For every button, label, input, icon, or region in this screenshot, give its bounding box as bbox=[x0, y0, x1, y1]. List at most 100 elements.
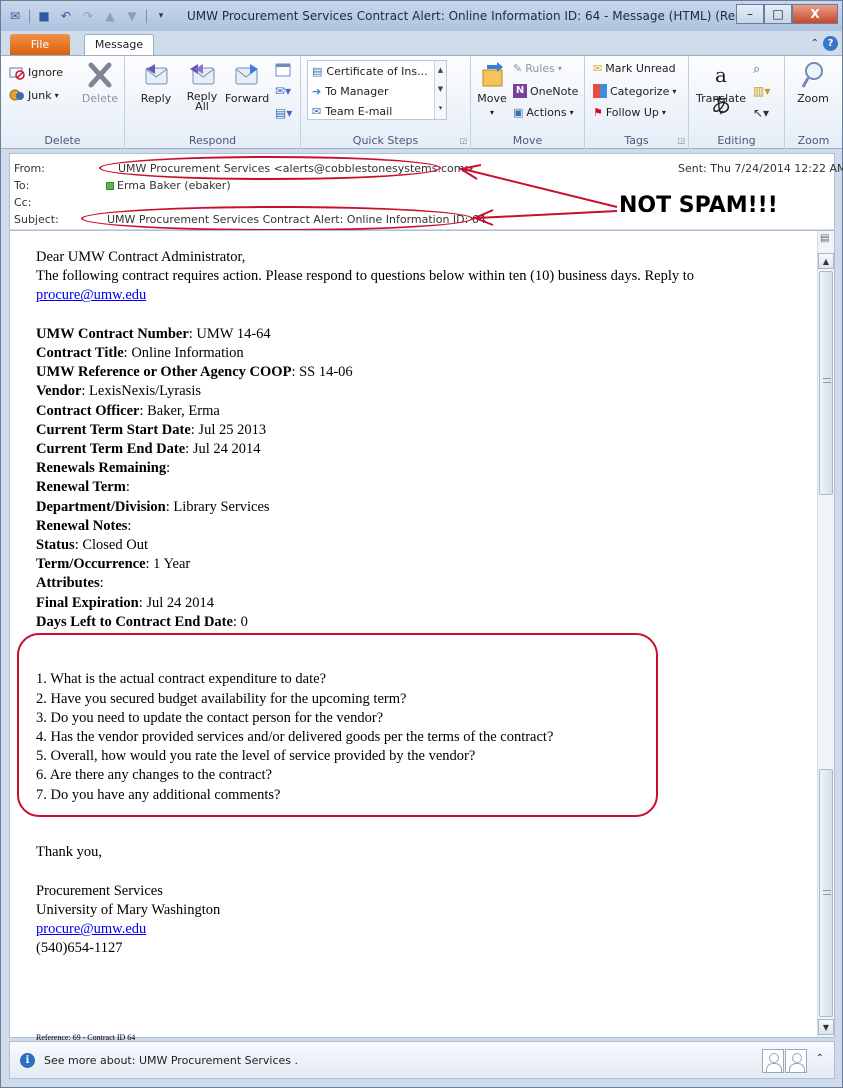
mark-unread-label: Mark Unread bbox=[605, 62, 676, 75]
field-label: UMW Reference or Other Agency COOP bbox=[36, 364, 292, 381]
field-value: : Jul 25 2013 bbox=[190, 421, 267, 438]
delete-button[interactable]: Delete bbox=[79, 60, 121, 105]
undo-icon[interactable]: ↶ bbox=[58, 8, 74, 24]
tab-file[interactable]: File bbox=[10, 34, 70, 55]
previous-item-icon[interactable]: ▲ bbox=[102, 8, 118, 24]
quick-step-certificate[interactable]: ▤ Certificate of Ins... bbox=[308, 61, 446, 81]
signature-line: University of Mary Washington bbox=[36, 901, 221, 918]
scroll-down-icon[interactable]: ▼ bbox=[435, 80, 446, 99]
maximize-button[interactable]: □ bbox=[764, 4, 792, 24]
not-spam-annotation: NOT SPAM!!! bbox=[619, 193, 778, 218]
mark-unread-button[interactable]: ✉ Mark Unread bbox=[593, 62, 676, 75]
ignore-button[interactable]: Ignore bbox=[9, 64, 63, 80]
quick-step-team-email[interactable]: ✉ Team E-mail bbox=[308, 101, 446, 121]
onenote-button[interactable]: N OneNote bbox=[513, 84, 578, 98]
minimize-ribbon-icon[interactable]: ⌃ bbox=[811, 38, 819, 49]
rules-icon: ✎ bbox=[513, 62, 523, 75]
people-pane-text[interactable]: See more about: UMW Procurement Services… bbox=[44, 1054, 298, 1067]
im-reply-icon[interactable]: ✉▾ bbox=[275, 84, 291, 98]
field-value: : bbox=[99, 575, 104, 592]
avatar[interactable] bbox=[785, 1049, 807, 1073]
group-label-editing: Editing bbox=[717, 134, 756, 147]
reply-email-link[interactable]: procure@umw.edu bbox=[36, 287, 146, 303]
field-value: : Jul 24 2014 bbox=[138, 594, 215, 611]
forward-to-manager-icon: ➔ bbox=[312, 84, 322, 98]
onenote-icon: N bbox=[513, 84, 527, 98]
sent-field: Sent: Thu 7/24/2014 12:22 AM bbox=[678, 162, 843, 175]
ribbon-group-editing: aあ Translate ▾ ⌕ ▥▾ ↖▾ Editing bbox=[689, 56, 785, 149]
field-value: : bbox=[166, 460, 171, 477]
quick-step-to-manager[interactable]: ➔ To Manager bbox=[308, 81, 446, 101]
forward-button[interactable]: Forward bbox=[225, 60, 269, 105]
move-button[interactable]: Move ▾ bbox=[475, 60, 509, 118]
junk-dropdown-icon[interactable]: ▾ bbox=[55, 91, 59, 100]
info-icon: i bbox=[20, 1053, 35, 1068]
group-label-tags: Tags bbox=[624, 134, 649, 147]
close-button[interactable]: X bbox=[792, 4, 838, 24]
field-value: : Baker, Erma bbox=[139, 402, 220, 419]
vertical-scrollbar[interactable]: ▤ ▲ ▼ bbox=[817, 231, 834, 1037]
scroll-thumb-bottom[interactable] bbox=[819, 769, 833, 1017]
field-label: Department/Division bbox=[36, 498, 166, 515]
scroll-up-arrow[interactable]: ▲ bbox=[818, 253, 834, 269]
contract-field: Status: Closed Out bbox=[36, 536, 806, 555]
quick-steps-launcher-icon[interactable]: ◲ bbox=[459, 136, 467, 145]
signature-line: Procurement Services bbox=[36, 882, 163, 899]
quick-steps-scroll[interactable]: ▲ ▼ ▾ bbox=[434, 61, 446, 119]
redo-icon[interactable]: ↷ bbox=[80, 8, 96, 24]
to-recipient[interactable]: Erma Baker (ebaker) bbox=[106, 179, 231, 192]
more-icon[interactable]: ▾ bbox=[435, 99, 446, 118]
rules-button[interactable]: ✎ Rules ▾ bbox=[513, 62, 562, 75]
more-respond-icon[interactable]: ▤▾ bbox=[275, 106, 292, 120]
meeting-reply-icon[interactable] bbox=[275, 62, 291, 81]
window-title: UMW Procurement Services Contract Alert:… bbox=[187, 9, 776, 23]
ribbon-group-respond: Reply Reply All Forward ✉▾ ▤▾ Respond bbox=[125, 56, 301, 149]
field-label: Renewal Notes bbox=[36, 517, 128, 534]
scroll-up-icon[interactable]: ▲ bbox=[435, 61, 446, 80]
tags-launcher-icon[interactable]: ◲ bbox=[677, 136, 685, 145]
categorize-button[interactable]: Categorize ▾ bbox=[593, 84, 676, 98]
sent-label: Sent: bbox=[678, 162, 707, 175]
scroll-thumb-top[interactable] bbox=[819, 271, 833, 495]
scroll-down-arrow[interactable]: ▼ bbox=[818, 1019, 834, 1035]
expand-people-pane-icon[interactable]: ⌃ bbox=[816, 1053, 824, 1064]
follow-up-button[interactable]: ⚑ Follow Up ▾ bbox=[593, 106, 666, 119]
group-label-quick-steps: Quick Steps bbox=[352, 134, 419, 147]
junk-icon bbox=[9, 89, 24, 101]
delete-icon bbox=[88, 62, 112, 88]
zoom-button[interactable]: Zoom bbox=[793, 60, 833, 105]
related-icon[interactable]: ▥▾ bbox=[753, 84, 770, 98]
contract-field: Renewal Term: bbox=[36, 478, 806, 497]
next-item-icon[interactable]: ▼ bbox=[124, 8, 140, 24]
find-icon[interactable]: ⌕ bbox=[753, 62, 760, 77]
follow-up-label: Follow Up bbox=[605, 106, 659, 119]
intro-sentence: The following contract requires action. … bbox=[36, 268, 695, 285]
field-value: : Library Services bbox=[165, 498, 270, 515]
actions-button[interactable]: ▣ Actions ▾ bbox=[513, 106, 574, 119]
questions-annotation-box bbox=[17, 633, 658, 817]
reply-all-button[interactable]: Reply All bbox=[183, 60, 221, 112]
signature-email-link[interactable]: procure@umw.edu bbox=[36, 921, 146, 937]
field-label: Final Expiration bbox=[36, 594, 139, 611]
translate-button[interactable]: aあ Translate ▾ bbox=[695, 60, 747, 118]
rules-label: Rules bbox=[525, 62, 555, 75]
save-icon[interactable]: ■ bbox=[36, 8, 52, 24]
select-icon[interactable]: ↖▾ bbox=[753, 106, 769, 120]
move-dropdown-icon[interactable]: ▾ bbox=[490, 108, 494, 117]
tab-message[interactable]: Message bbox=[84, 34, 154, 56]
field-value: : bbox=[127, 517, 132, 534]
help-icon[interactable]: ? bbox=[823, 36, 838, 51]
avatar[interactable] bbox=[762, 1049, 784, 1073]
minimize-button[interactable]: – bbox=[736, 4, 764, 24]
group-label-move: Move bbox=[512, 134, 543, 147]
ribbon-controls: ⌃ ? bbox=[811, 36, 838, 51]
reply-button[interactable]: Reply bbox=[137, 60, 175, 105]
junk-button[interactable]: Junk ▾ bbox=[9, 87, 59, 103]
quick-steps-gallery: ▤ Certificate of Ins... ➔ To Manager ✉ T… bbox=[307, 60, 447, 120]
categorize-label: Categorize bbox=[610, 84, 670, 98]
contract-fields: UMW Contract Number: UMW 14-64 Contract T… bbox=[36, 325, 806, 632]
customize-toolbar-icon[interactable]: ▾ bbox=[153, 8, 169, 24]
document-icon: ▤ bbox=[312, 64, 323, 78]
